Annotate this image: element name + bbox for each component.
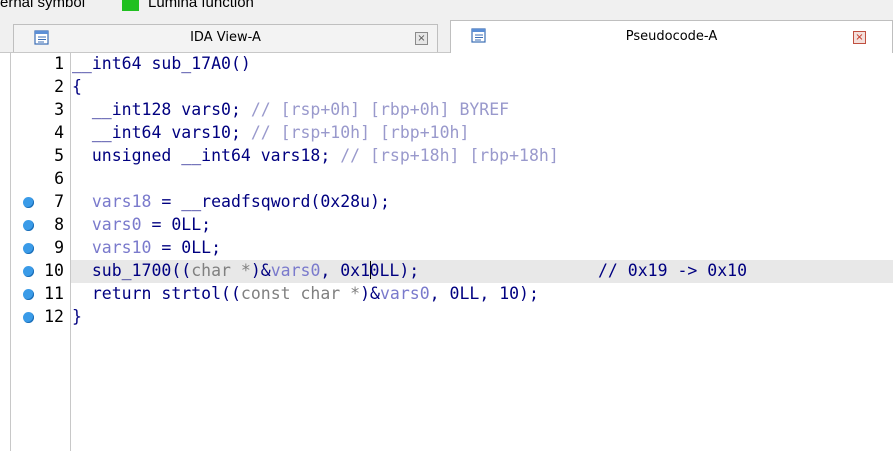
- code-line[interactable]: 5 unsigned __int64 vars18; // [rsp+18h] …: [0, 145, 893, 168]
- function-signature[interactable]: __int64 sub_17A0(): [72, 54, 251, 73]
- code-text[interactable]: unsigned __int64 vars18; // [rsp+18h] [r…: [72, 146, 559, 165]
- breakpoint-icon[interactable]: [23, 289, 34, 300]
- close-icon[interactable]: ×: [853, 31, 866, 44]
- local-variable[interactable]: vars10: [92, 238, 152, 257]
- code-line[interactable]: 3 __int128 vars0; // [rsp+0h] [rbp+0h] B…: [0, 99, 893, 122]
- code-line[interactable]: 11 return strtol((const char *)&vars0, 0…: [0, 283, 893, 306]
- address-of[interactable]: )&: [251, 261, 271, 280]
- statement-rest[interactable]: = 0LL;: [142, 215, 211, 234]
- stack-comment: // [rsp+10h] [rbp+10h]: [250, 123, 470, 142]
- argument[interactable]: 0LL);: [370, 261, 420, 280]
- line-number: 4: [54, 123, 64, 142]
- tab-label-ida-view: IDA View-A: [190, 30, 261, 45]
- stack-comment: // [rsp+18h] [rbp+18h]: [340, 146, 559, 165]
- type-cast[interactable]: char *: [191, 261, 251, 280]
- lumina-color-swatch: [122, 0, 139, 11]
- user-comment: // 0x19 -> 0x10: [598, 261, 748, 280]
- code-text[interactable]: __int128 vars0; // [rsp+0h] [rbp+0h] BYR…: [72, 100, 509, 119]
- breakpoint-icon[interactable]: [23, 220, 34, 231]
- local-variable[interactable]: vars0: [380, 284, 430, 303]
- code-line-current[interactable]: 10 sub_1700((char *)&vars0, 0x10LL); // …: [0, 260, 893, 283]
- tab-label-pseudocode: Pseudocode-A: [625, 29, 718, 44]
- breakpoint-icon[interactable]: [23, 243, 34, 254]
- argument[interactable]: , 0x1: [320, 261, 370, 280]
- breakpoint-icon[interactable]: [23, 312, 34, 323]
- legend-external-symbol: ernal symbol: [0, 0, 86, 11]
- code-text[interactable]: sub_1700((char *)&vars0, 0x10LL);: [72, 261, 419, 280]
- line-number: 5: [54, 146, 64, 165]
- local-variable[interactable]: vars0: [92, 215, 142, 234]
- code-line[interactable]: 9 vars10 = 0LL;: [0, 237, 893, 260]
- address-of[interactable]: )&: [360, 284, 380, 303]
- statement-rest[interactable]: = __readfsqword(0x28u);: [151, 192, 390, 211]
- line-number: 8: [54, 215, 64, 234]
- code-line[interactable]: 4 __int64 vars10; // [rsp+10h] [rbp+10h]: [0, 122, 893, 145]
- breakpoint-icon[interactable]: [23, 266, 34, 277]
- line-number: 9: [54, 238, 64, 257]
- code-line[interactable]: 2 {: [0, 76, 893, 99]
- local-variable[interactable]: vars0: [271, 261, 321, 280]
- stack-comment: // [rsp+0h] [rbp+0h] BYREF: [250, 100, 510, 119]
- legend-strip: ernal symbol Lumina function: [0, 0, 893, 14]
- code-line[interactable]: 6: [0, 168, 893, 191]
- code-text[interactable]: __int64 vars10; // [rsp+10h] [rbp+10h]: [72, 123, 470, 142]
- tab-bar: IDA View-A × Pseudocode-A ×: [0, 14, 893, 53]
- line-number: 6: [54, 169, 64, 188]
- close-brace: }: [72, 307, 82, 326]
- declaration[interactable]: unsigned __int64 vars18;: [92, 146, 340, 165]
- line-number: 1: [54, 54, 64, 73]
- type-cast[interactable]: const char *: [241, 284, 360, 303]
- open-brace: {: [72, 77, 82, 96]
- pseudocode-editor[interactable]: 1 __int64 sub_17A0() 2 { 3 __int128 vars…: [0, 53, 893, 451]
- close-icon[interactable]: ×: [415, 32, 428, 45]
- code-line[interactable]: 1 __int64 sub_17A0(): [0, 53, 893, 76]
- declaration[interactable]: __int128 vars0;: [92, 100, 251, 119]
- tab-ida-view-a[interactable]: IDA View-A ×: [13, 24, 438, 52]
- code-text[interactable]: vars10 = 0LL;: [72, 238, 221, 257]
- call-expression[interactable]: sub_1700((: [92, 261, 191, 280]
- line-number: 11: [44, 284, 64, 303]
- code-text[interactable]: return strtol((const char *)&vars0, 0LL,…: [72, 284, 539, 303]
- code-line[interactable]: 12 }: [0, 306, 893, 329]
- legend-lumina-function: Lumina function: [148, 0, 254, 11]
- code-text[interactable]: vars0 = 0LL;: [72, 215, 211, 234]
- line-number: 10: [44, 261, 64, 280]
- breakpoint-icon[interactable]: [23, 197, 34, 208]
- code-line[interactable]: 7 vars18 = __readfsqword(0x28u);: [0, 191, 893, 214]
- line-number: 12: [44, 307, 64, 326]
- line-number: 2: [54, 77, 64, 96]
- declaration[interactable]: __int64 vars10;: [92, 123, 251, 142]
- return-statement[interactable]: return strtol((: [92, 284, 241, 303]
- code-text[interactable]: vars18 = __readfsqword(0x28u);: [72, 192, 390, 211]
- line-number: 7: [54, 192, 64, 211]
- local-variable[interactable]: vars18: [92, 192, 152, 211]
- code-line[interactable]: 8 vars0 = 0LL;: [0, 214, 893, 237]
- line-number: 3: [54, 100, 64, 119]
- tab-pseudocode-a[interactable]: Pseudocode-A ×: [450, 20, 893, 53]
- statement-rest[interactable]: = 0LL;: [151, 238, 221, 257]
- argument[interactable]: , 0LL, 10);: [430, 284, 539, 303]
